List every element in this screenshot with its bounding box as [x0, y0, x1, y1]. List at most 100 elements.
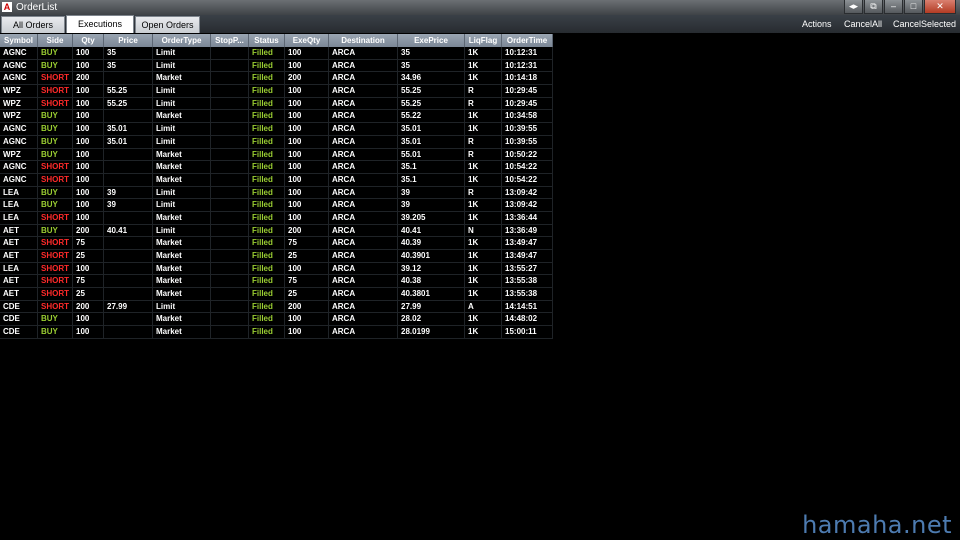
cell-price [104, 326, 153, 339]
switch-window-button[interactable]: ◂▸ [844, 0, 863, 14]
cell-order-type: Limit [153, 224, 211, 237]
table-row[interactable]: AGNC BUY 100 35.01 Limit Filled 100 ARCA 35.01 1K… [0, 123, 553, 136]
cell-side: BUY [38, 110, 73, 123]
tab-all-orders[interactable]: All Orders [1, 16, 65, 33]
tab-executions[interactable]: Executions [66, 15, 134, 33]
table-row[interactable]: AGNC SHORT 200 Market Filled 200 ARCA 34.96 1K 10… [0, 72, 553, 86]
column-header-stop-price[interactable]: StopP... [211, 34, 249, 47]
cell-exe-qty: 100 [285, 262, 329, 275]
column-header-order-type[interactable]: OrderType [153, 34, 211, 47]
cell-symbol: AGNC [0, 173, 38, 186]
cell-side: BUY [38, 123, 73, 136]
table-row[interactable]: WPZ SHORT 100 55.25 Limit Filled 100 ARCA 55.25 R… [0, 85, 553, 98]
cell-liq-flag: 1K [465, 110, 502, 123]
cell-destination: ARCA [329, 47, 398, 59]
cell-stop-price [211, 85, 249, 98]
cell-liq-flag: 1K [465, 123, 502, 136]
cell-price: 40.41 [104, 224, 153, 237]
table-row[interactable]: AET BUY 200 40.41 Limit Filled 200 ARCA 40.41 N 13… [0, 224, 553, 238]
table-row[interactable]: LEA BUY 100 39 Limit Filled 100 ARCA 39 R 13:09:42 [0, 186, 553, 200]
actions-menu[interactable]: Actions [802, 15, 832, 33]
cell-liq-flag: R [465, 85, 502, 98]
table-row[interactable]: AGNC BUY 100 35 Limit Filled 100 ARCA 35 1K 10:12:… [0, 59, 553, 73]
cell-liq-flag: 1K [465, 313, 502, 326]
cell-price [104, 211, 153, 224]
column-header-price[interactable]: Price [104, 34, 153, 47]
table-row[interactable]: AET SHORT 25 Market Filled 25 ARCA 40.3901 1K 13:… [0, 250, 553, 263]
cell-side: SHORT [38, 97, 73, 110]
table-row[interactable]: AET SHORT 25 Market Filled 25 ARCA 40.3801 1K 13:… [0, 288, 553, 301]
cell-exe-price: 40.3901 [398, 250, 465, 262]
cell-destination: ARCA [329, 199, 398, 212]
cell-side: SHORT [38, 161, 73, 174]
restore-icon[interactable]: ⧉ [864, 0, 883, 14]
grid-header: Symbol Side Qty Price OrderType StopP... Statu… [0, 34, 553, 47]
column-header-exe-qty[interactable]: ExeQty [285, 34, 329, 47]
table-row[interactable]: LEA SHORT 100 Market Filled 100 ARCA 39.12 1K 13:… [0, 262, 553, 276]
cell-exe-qty: 100 [285, 135, 329, 148]
table-row[interactable]: WPZ BUY 100 Market Filled 100 ARCA 55.01 R 10:50:… [0, 148, 553, 162]
column-header-exe-price[interactable]: ExePrice [398, 34, 465, 47]
cell-liq-flag: 1K [465, 173, 502, 186]
column-header-side[interactable]: Side [38, 34, 73, 47]
cell-qty: 100 [73, 199, 104, 212]
table-row[interactable]: AGNC SHORT 100 Market Filled 100 ARCA 35.1 1K 10:… [0, 161, 553, 174]
column-header-status[interactable]: Status [249, 34, 285, 47]
cell-stop-price [211, 275, 249, 288]
cell-exe-price: 40.39 [398, 237, 465, 250]
table-row[interactable]: WPZ SHORT 100 55.25 Limit Filled 100 ARCA 55.25 R… [0, 97, 553, 111]
table-row[interactable]: WPZ BUY 100 Market Filled 100 ARCA 55.22 1K 10:34… [0, 110, 553, 124]
close-button[interactable]: ✕ [924, 0, 956, 14]
table-row[interactable]: LEA BUY 100 39 Limit Filled 100 ARCA 39 1K 13:09:4… [0, 199, 553, 212]
cell-side: SHORT [38, 262, 73, 275]
table-row[interactable]: CDE SHORT 200 27.99 Limit Filled 200 ARCA 27.99 A… [0, 300, 553, 314]
cell-status: Filled [249, 237, 285, 250]
cell-exe-price: 35 [398, 59, 465, 72]
cancel-selected-button[interactable]: CancelSelected [893, 15, 956, 33]
cell-price [104, 250, 153, 262]
table-row[interactable]: AET SHORT 75 Market Filled 75 ARCA 40.38 1K 13:55… [0, 275, 553, 289]
cell-stop-price [211, 199, 249, 212]
maximize-button[interactable]: □ [904, 0, 923, 14]
cell-stop-price [211, 161, 249, 174]
cell-qty: 100 [73, 326, 104, 339]
cell-symbol: AGNC [0, 135, 38, 148]
cell-exe-price: 40.38 [398, 275, 465, 288]
cell-exe-qty: 200 [285, 300, 329, 313]
table-row[interactable]: LEA SHORT 100 Market Filled 100 ARCA 39.205 1K 13… [0, 211, 553, 225]
column-header-symbol[interactable]: Symbol [0, 34, 38, 47]
cell-order-time: 13:09:42 [502, 186, 553, 199]
cell-exe-qty: 100 [285, 85, 329, 98]
column-header-qty[interactable]: Qty [73, 34, 104, 47]
cell-side: BUY [38, 313, 73, 326]
cell-qty: 100 [73, 186, 104, 199]
cell-symbol: WPZ [0, 97, 38, 110]
cell-order-time: 15:00:11 [502, 326, 553, 339]
cell-symbol: AGNC [0, 72, 38, 85]
cell-stop-price [211, 250, 249, 262]
cell-stop-price [211, 237, 249, 250]
cell-destination: ARCA [329, 59, 398, 72]
column-header-order-time[interactable]: OrderTime [502, 34, 553, 47]
tab-open-orders[interactable]: Open Orders [135, 16, 200, 33]
table-row[interactable]: AET SHORT 75 Market Filled 75 ARCA 40.39 1K 13:49… [0, 237, 553, 250]
table-row[interactable]: CDE BUY 100 Market Filled 100 ARCA 28.02 1K 14:48… [0, 313, 553, 327]
column-header-destination[interactable]: Destination [329, 34, 398, 47]
cell-price: 55.25 [104, 85, 153, 98]
column-header-liq-flag[interactable]: LiqFlag [465, 34, 502, 47]
table-row[interactable]: AGNC SHORT 100 Market Filled 100 ARCA 35.1 1K 10:… [0, 173, 553, 187]
minimize-button[interactable]: – [884, 0, 903, 14]
cell-order-time: 10:34:58 [502, 110, 553, 123]
cell-exe-price: 55.25 [398, 97, 465, 110]
table-row[interactable]: AGNC BUY 100 35 Limit Filled 100 ARCA 35 1K 10:12:… [0, 47, 553, 60]
cell-status: Filled [249, 72, 285, 85]
table-row[interactable]: CDE BUY 100 Market Filled 100 ARCA 28.0199 1K 15:… [0, 326, 553, 339]
cell-exe-price: 28.0199 [398, 326, 465, 339]
table-row[interactable]: AGNC BUY 100 35.01 Limit Filled 100 ARCA 35.01 R 1… [0, 135, 553, 149]
toolbar: All Orders Executions Open Orders Action… [0, 15, 960, 33]
cancel-all-button[interactable]: CancelAll [844, 15, 882, 33]
cell-qty: 200 [73, 72, 104, 85]
cell-exe-price: 35.1 [398, 161, 465, 174]
cell-destination: ARCA [329, 123, 398, 136]
cell-exe-price: 35 [398, 47, 465, 59]
